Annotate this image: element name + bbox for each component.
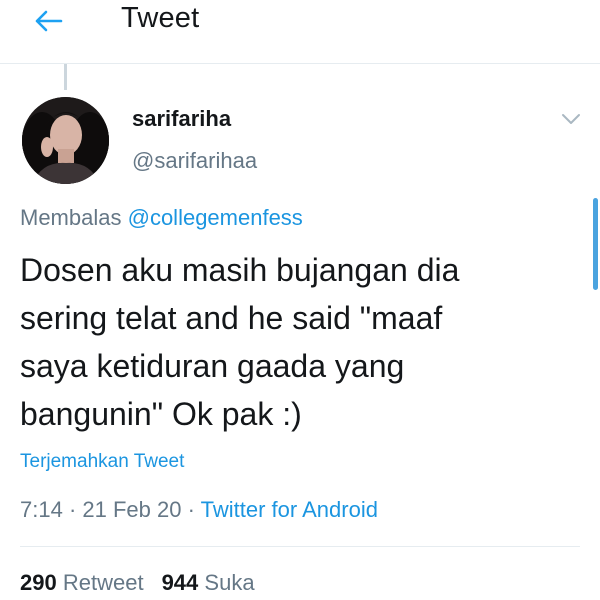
- likes-stat[interactable]: 944 Suka: [162, 570, 255, 595]
- engagement-stats: 290 Retweet 944 Suka: [20, 570, 255, 596]
- reply-mention-link[interactable]: @collegemenfess: [128, 205, 303, 230]
- tweet-time: 7:14: [20, 497, 63, 522]
- translate-tweet-link[interactable]: Terjemahkan Tweet: [20, 451, 184, 473]
- tweet-detail-screen: Tweet sarifariha @sarifarihaa Membalas @…: [0, 0, 600, 600]
- more-options-button[interactable]: [556, 106, 586, 132]
- avatar-photo: [22, 97, 109, 184]
- tweet-text-line: sering telat and he said "maaf: [20, 300, 443, 336]
- meta-separator: ·: [68, 497, 77, 522]
- user-handle[interactable]: @sarifarihaa: [132, 148, 257, 174]
- top-bar: Tweet: [0, 0, 600, 64]
- display-name[interactable]: sarifariha: [132, 106, 231, 132]
- tweet-text: Dosen aku masih bujangan dia sering tela…: [20, 246, 580, 438]
- tweet-text-line: saya ketiduran gaada yang: [20, 348, 405, 384]
- meta-separator: ·: [187, 497, 195, 522]
- back-button[interactable]: [30, 6, 66, 36]
- like-count: 944: [161, 570, 199, 595]
- tweet-metadata: 7:14 · 21 Feb 20 · Twitter for Android: [20, 497, 378, 523]
- thread-connector-line: [64, 64, 67, 90]
- avatar[interactable]: [22, 97, 109, 184]
- tweet-text-line: bangunin" Ok pak :): [20, 396, 302, 432]
- reply-context: Membalas @collegemenfess: [20, 205, 303, 231]
- like-label: Suka: [204, 570, 255, 595]
- reply-prefix: Membalas: [20, 205, 122, 230]
- retweet-label: Retweet: [62, 570, 144, 595]
- chevron-down-icon: [562, 114, 580, 124]
- retweet-count: 290: [20, 570, 57, 595]
- divider: [20, 546, 580, 547]
- arrow-left-icon: [35, 10, 63, 32]
- tweet-text-line: Dosen aku masih bujangan dia: [20, 252, 460, 288]
- scrollbar[interactable]: [593, 198, 598, 290]
- tweet-date: 21 Feb 20: [82, 497, 182, 522]
- page-title: Tweet: [121, 2, 200, 34]
- tweet-source-link[interactable]: Twitter for Android: [201, 497, 378, 522]
- retweets-stat[interactable]: 290 Retweet: [20, 570, 144, 595]
